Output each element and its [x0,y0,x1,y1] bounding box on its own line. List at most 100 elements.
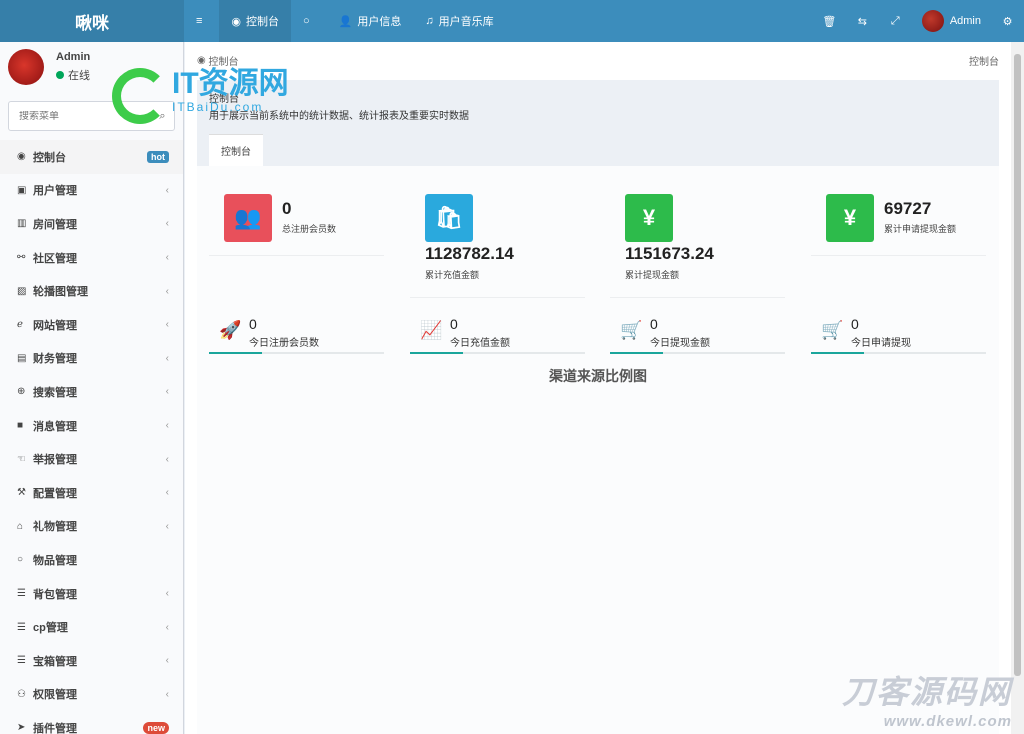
user-menu-name: Admin [949,15,981,27]
stat-total-members: 👥 0 总注册会员数 [209,166,384,256]
sidebar-item-website[interactable]: ℯ 网站管理 ‹ [0,308,183,342]
chevron-left-icon: ‹ [165,218,169,230]
sidebar-item-config[interactable]: ⚒ 配置管理 ‹ [0,476,183,510]
user-name: Admin [56,51,91,63]
tab-dashboard-content[interactable]: 控制台 [209,134,263,166]
mini-value: 0 [851,316,859,332]
sidebar-item-icon: ▥ [17,218,27,230]
sidebar-item-icon: ☜ [17,453,26,465]
mini-label: 今日充值金额 [450,338,510,349]
circle-icon: ○ [303,15,310,27]
sidebar-item-gifts[interactable]: ⌂ 礼物管理 ‹ [0,510,183,544]
chevron-left-icon: ‹ [165,285,169,297]
translate-icon[interactable]: ⇆ [846,15,879,28]
user-status: 在线 [56,67,90,83]
sidebar-item-icon: ⚇ [17,688,26,700]
sidebar-item-label: 礼物管理 [33,521,77,534]
mini-today-withdraw: 🛒 0 今日提现金额 [610,316,785,354]
sidebar-item-items[interactable]: ○ 物品管理 [0,543,183,577]
page-scrollbar[interactable] [1011,42,1024,734]
sidebar-item-search[interactable]: ⊕ 搜索管理 ‹ [0,375,183,409]
sidebar-item-icon: ⚯ [17,252,26,264]
sidebar-item-treasure[interactable]: ☰ 宝箱管理 ‹ [0,644,183,678]
sidebar-item-icon: ⊕ [17,386,26,398]
sidebar-item-users[interactable]: ▣ 用户管理 ‹ [0,174,183,208]
breadcrumb-right: 控制台 [969,56,999,68]
sidebar-item-label: 财务管理 [33,353,77,366]
progress-bar [209,352,384,354]
stat-value: 1128782.14 [425,244,514,263]
fullscreen-icon[interactable]: ⤢ [879,15,912,28]
app-logo[interactable]: 啾咪 [0,0,184,42]
chevron-left-icon: ‹ [165,520,169,532]
sidebar-item-label: 宝箱管理 [33,655,77,668]
mini-today-withdraw-requests: 🛒 0 今日申请提现 [811,316,986,354]
sidebar-item-label: 权限管理 [33,689,77,702]
sidebar-item-label: 轮播图管理 [33,286,88,299]
scrollbar-thumb[interactable] [1014,54,1021,676]
stat-label: 累计充值金额 [425,270,480,280]
stat-label: 累计申请提现金额 [884,224,957,234]
menu-icon: ≡ [196,15,203,27]
sidebar-item-label: 房间管理 [33,218,77,231]
sidebar-item-icon: ℯ [17,319,23,331]
mini-value: 0 [650,316,658,332]
sidebar-item-icon: ▤ [17,352,27,364]
user-icon: 👤 [338,15,353,28]
stat-value: 0 [282,199,292,218]
sidebar: Admin 在线 ⌕ ◉控制台hot▣用户管理‹▥房间管理‹⚯社区管理‹▨轮播图… [0,42,184,734]
sidebar-item-cp[interactable]: ☰ cp管理 ‹ [0,610,183,644]
sidebar-item-label: 控制台 [33,151,66,164]
mini-value: 0 [249,316,257,332]
breadcrumb-current[interactable]: 控制台 [209,53,239,68]
sidebar-item-icon: ◉ [17,151,26,163]
chevron-left-icon: ‹ [165,352,169,364]
sidebar-item-dashboard[interactable]: ◉ 控制台 hot [0,140,183,174]
sidebar-item-reports[interactable]: ☜ 举报管理 ‹ [0,442,183,476]
sidebar-item-label: 搜索管理 [33,386,77,399]
watermark-text: IT资源网 [172,67,289,100]
tab-dashboard[interactable]: ◉ 控制台 [219,0,292,42]
watermark-logo-icon [112,68,168,124]
sidebar-item-label: 插件管理 [33,722,77,734]
tab-user-music[interactable]: ♫ 用户音乐库 [413,0,505,42]
chevron-left-icon: ‹ [165,184,169,196]
chevron-left-icon: ‹ [165,655,169,667]
tab-user-music-label: 用户音乐库 [438,16,494,28]
stat-total-withdraw-requests: ¥ 69727 累计申请提现金额 [811,166,986,256]
chevron-left-icon: ‹ [165,252,169,264]
chevron-left-icon: ‹ [165,386,169,398]
chevron-left-icon: ‹ [165,588,169,600]
breadcrumb: ◉ 控制台 控制台 [185,42,1011,78]
yen-icon: ¥ [826,194,874,242]
dashboard-icon: ◉ [231,15,242,28]
breadcrumb-icon: ◉ [197,54,209,66]
sidebar-item-permissions[interactable]: ⚇ 权限管理 ‹ [0,678,183,712]
sidebar-item-rooms[interactable]: ▥ 房间管理 ‹ [0,207,183,241]
sidebar-item-label: 背包管理 [33,588,77,601]
sidebar-item-community[interactable]: ⚯ 社区管理 ‹ [0,241,183,275]
sidebar-item-icon: ⚒ [17,487,26,499]
sidebar-item-backpack[interactable]: ☰ 背包管理 ‹ [0,577,183,611]
sidebar-item-banners[interactable]: ▨ 轮播图管理 ‹ [0,274,183,308]
page-header: 控制台 用于展示当前系统中的统计数据、统计报表及重要实时数据 控制台 [197,80,999,166]
watermark-url: ITBaiDu.com [172,100,264,114]
mini-today-recharge: 📈 0 今日充值金额 [410,316,585,354]
sidebar-item-plugins[interactable]: ➤ 插件管理 new [0,711,183,734]
settings-icon[interactable]: ⚙ [991,15,1024,28]
mini-value: 0 [450,316,458,332]
sidebar-item-messages[interactable]: ■ 消息管理 ‹ [0,409,183,443]
sidebar-item-icon: ■ [17,420,24,432]
trash-icon[interactable]: 🗑 [813,15,846,28]
chevron-left-icon: ‹ [165,621,169,633]
sidebar-item-label: 举报管理 [33,454,77,467]
mini-label: 今日申请提现 [851,338,911,349]
tab-circle[interactable]: ○ [291,0,327,42]
channel-chart-title: 渠道来源比例图 [549,368,647,384]
user-menu[interactable]: Admin [912,10,991,32]
online-dot-icon [56,71,64,79]
sidebar-toggle-button[interactable]: ≡ [184,0,219,42]
sidebar-item-finance[interactable]: ▤ 财务管理 ‹ [0,342,183,376]
tab-user-info[interactable]: 👤 用户信息 [327,0,414,42]
sidebar-item-icon: ➤ [17,722,26,734]
